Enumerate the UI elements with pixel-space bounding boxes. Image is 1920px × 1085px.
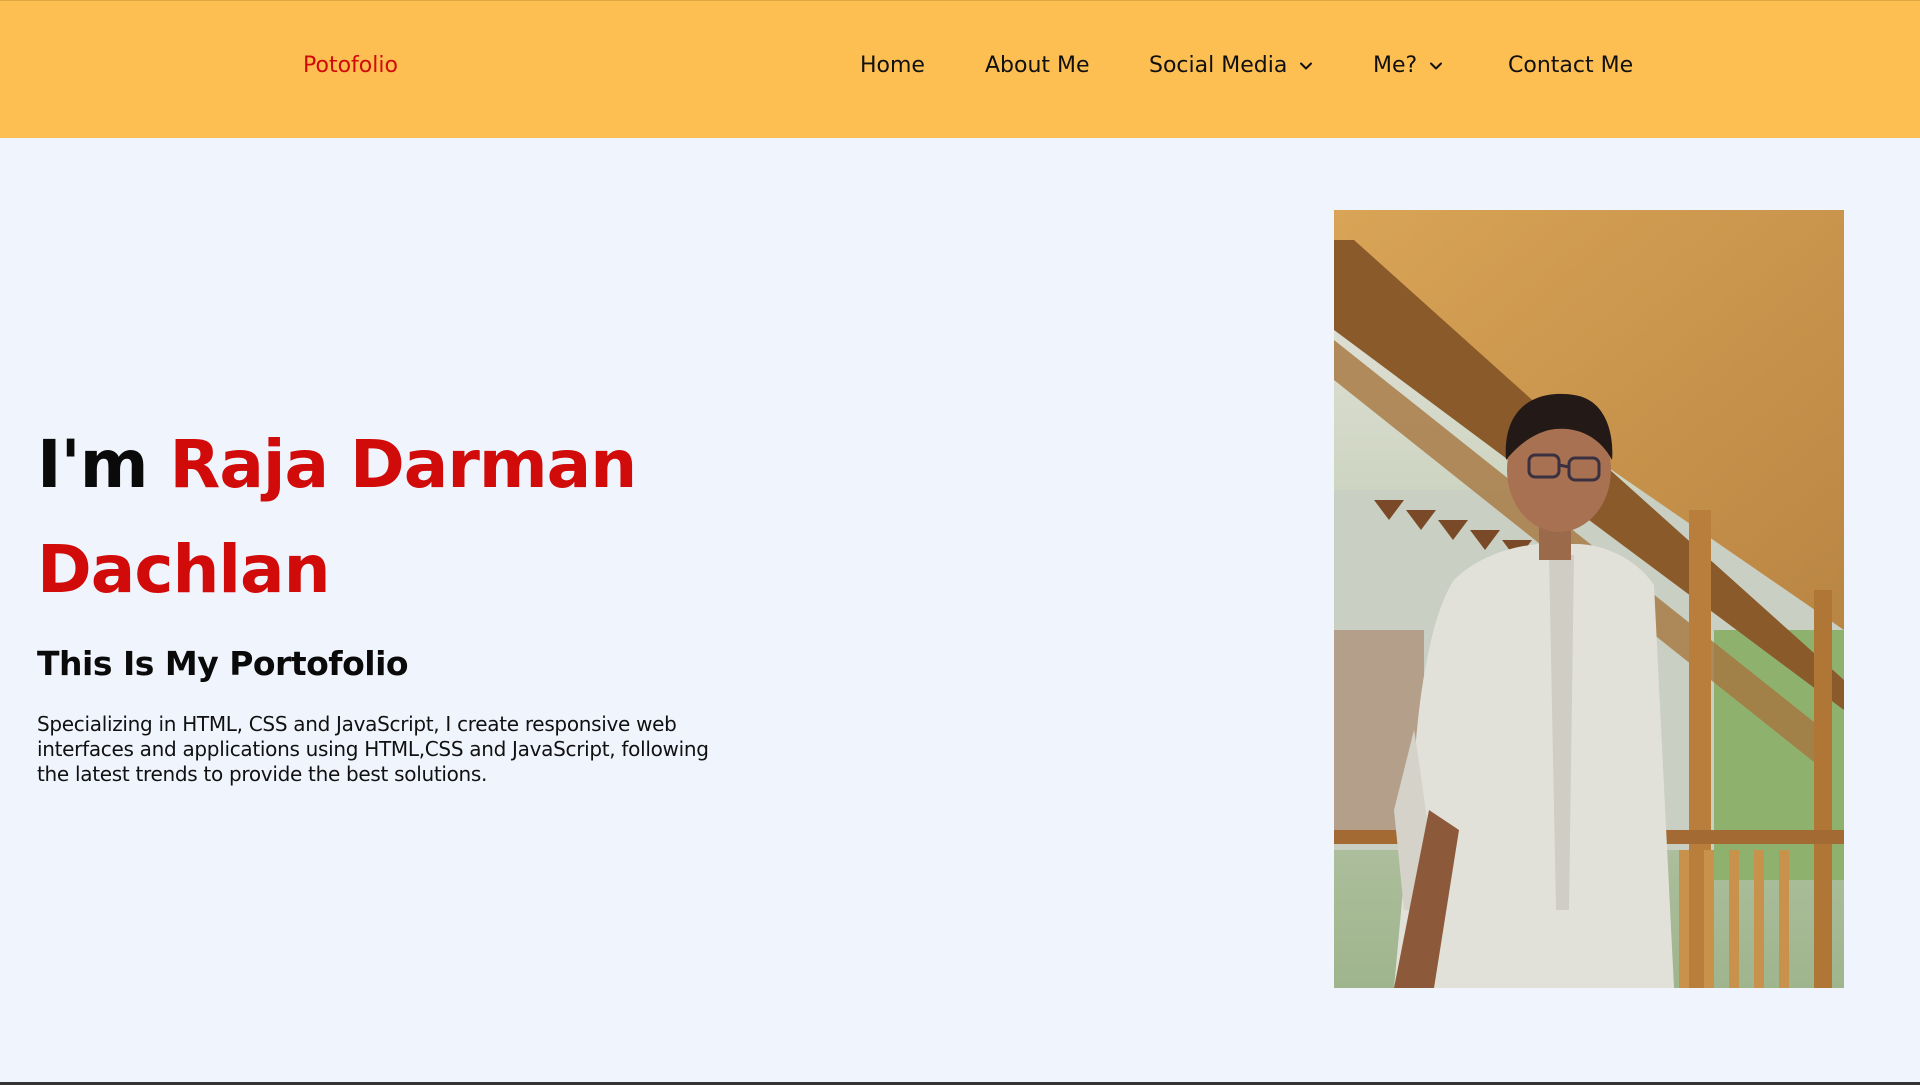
nav-home-label: Home: [860, 53, 925, 78]
chevron-down-icon: [1300, 62, 1313, 69]
hero-subtitle: This Is My Portofolio: [37, 644, 409, 683]
nav-social-media-dropdown[interactable]: Social Media: [1149, 53, 1313, 78]
nav-about-link[interactable]: About Me: [985, 53, 1090, 78]
chevron-down-icon: [1430, 62, 1443, 69]
navbar: Potofolio Home About Me Social Media Me?…: [0, 0, 1920, 138]
nav-home-link[interactable]: Home: [860, 53, 925, 78]
hero-title: I'm Raja Darman Dachlan: [37, 412, 657, 622]
profile-photo: [1334, 210, 1844, 988]
nav-me-dropdown[interactable]: Me?: [1373, 53, 1443, 78]
nav-social-media-label: Social Media: [1149, 53, 1288, 78]
nav-contact-link[interactable]: Contact Me: [1508, 53, 1633, 78]
profile-photo-illustration: [1334, 210, 1844, 988]
nav-contact-label: Contact Me: [1508, 53, 1634, 78]
main-nav: Home About Me Social Media Me? Contact M…: [0, 53, 1920, 89]
nav-me-label: Me?: [1373, 53, 1418, 78]
hero-description: Specializing in HTML, CSS and JavaScript…: [37, 712, 709, 786]
hero-title-prefix: I'm: [37, 426, 170, 503]
nav-about-label: About Me: [985, 53, 1090, 78]
